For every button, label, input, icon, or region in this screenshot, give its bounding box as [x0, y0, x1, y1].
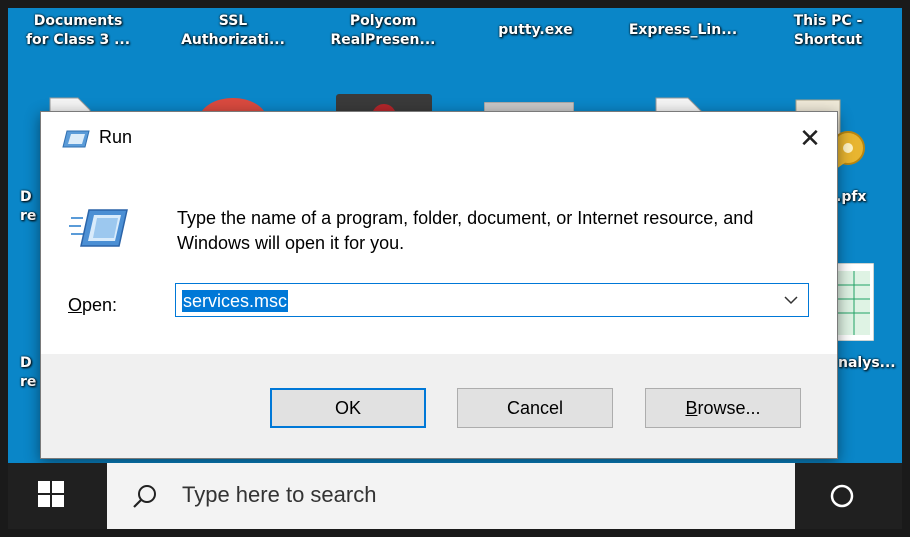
search-placeholder: Type here to search — [182, 482, 377, 507]
windows-start-icon[interactable] — [38, 481, 64, 507]
open-combobox[interactable]: services.msc — [175, 283, 809, 317]
desktop-icon-pfx-label[interactable]: .pfx — [836, 188, 866, 207]
desktop: Documents for Class 3 ... SSL Authorizat… — [8, 8, 902, 529]
taskbar-search-box[interactable]: Type here to search — [107, 463, 795, 529]
close-icon: ✕ — [799, 122, 821, 153]
taskbar: Type here to search — [8, 463, 902, 529]
run-dialog-message: Type the name of a program, folder, docu… — [177, 208, 754, 253]
search-icon — [133, 485, 156, 508]
desktop-icon-documents[interactable]: Documents for Class 3 ... — [8, 12, 148, 50]
spreadsheet-icon — [834, 263, 874, 341]
close-button[interactable]: ✕ — [783, 112, 837, 164]
run-program-icon — [69, 209, 128, 247]
run-dialog-titlebar[interactable]: Run ✕ — [41, 112, 837, 164]
run-dialog-content: Type the name of a program, folder, docu… — [41, 164, 837, 354]
run-app-icon — [62, 130, 90, 148]
desktop-icon-putty[interactable]: putty.exe — [468, 21, 603, 40]
cancel-button[interactable]: Cancel — [457, 388, 613, 428]
desktop-icon-analysis-label[interactable]: nalys... — [838, 354, 896, 373]
desktop-icon-ssl[interactable]: SSL Authorizati... — [158, 12, 308, 50]
desktop-icon-this-pc[interactable]: This PC - Shortcut — [773, 12, 883, 50]
open-label: Open: — [68, 295, 118, 315]
open-input-value[interactable]: services.msc — [182, 290, 289, 312]
cortana-icon[interactable] — [828, 482, 856, 510]
desktop-icon-polycom[interactable]: Polycom RealPresen... — [308, 12, 458, 50]
desktop-icon-label-fragment[interactable]: D re — [20, 354, 36, 392]
desktop-icon-express-lin[interactable]: Express_Lin... — [608, 21, 758, 40]
desktop-icon-label-fragment[interactable]: D re — [20, 188, 36, 226]
chevron-down-icon[interactable] — [784, 295, 798, 305]
run-dialog: Run ✕ Type the name of a program, folder… — [40, 111, 838, 459]
browse-button[interactable]: Browse... — [645, 388, 801, 428]
ok-button[interactable]: OK — [270, 388, 426, 428]
run-dialog-title: Run — [99, 127, 133, 147]
